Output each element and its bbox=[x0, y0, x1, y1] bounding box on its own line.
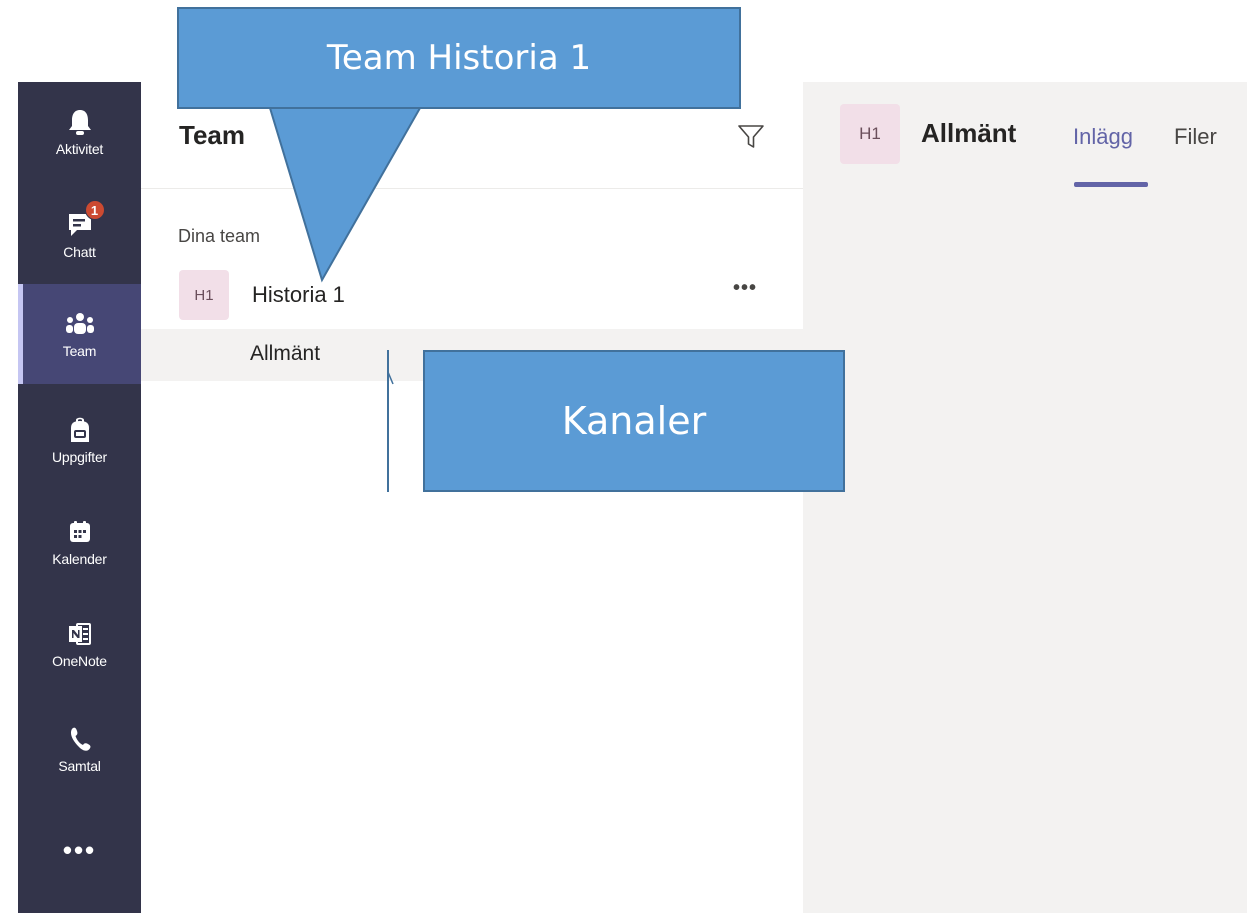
team-name: Historia 1 bbox=[252, 282, 345, 307]
rail-item-calls[interactable]: Samtal bbox=[18, 699, 141, 799]
more-icon: ••• bbox=[62, 834, 97, 865]
rail-item-team[interactable]: Team bbox=[18, 284, 141, 384]
rail-label-activity: Aktivitet bbox=[55, 141, 104, 157]
team-avatar: H1 bbox=[179, 270, 229, 320]
calendar-icon bbox=[65, 517, 95, 547]
rail-item-calendar[interactable]: Kalender bbox=[18, 492, 141, 592]
rail-more-button[interactable]: ••• bbox=[18, 800, 141, 900]
chat-unread-badge: 1 bbox=[84, 200, 105, 220]
channel-name: Allmänt bbox=[250, 342, 321, 365]
channel-header: H1 Allmänt Inlägg Filer bbox=[803, 82, 1247, 188]
rail-label-assignments: Uppgifter bbox=[51, 449, 107, 465]
channel-title: Allmänt bbox=[921, 118, 1017, 148]
team-more-options-button[interactable]: ••• bbox=[733, 277, 757, 300]
list-title: Team bbox=[179, 120, 245, 150]
backpack-icon bbox=[65, 415, 95, 445]
rail-label-calendar: Kalender bbox=[52, 551, 107, 567]
active-tab-indicator bbox=[1074, 182, 1148, 187]
tab-posts[interactable]: Inlägg bbox=[1073, 124, 1133, 150]
onenote-icon bbox=[65, 619, 95, 649]
rail-item-assignments[interactable]: Uppgifter bbox=[18, 390, 141, 490]
app-rail: Aktivitet 1 Chatt Team Uppgifter Kalende… bbox=[18, 82, 141, 913]
chat-icon: 1 bbox=[65, 200, 105, 240]
channel-team-avatar: H1 bbox=[840, 104, 900, 164]
bell-icon bbox=[65, 107, 95, 137]
team-row-historia-1[interactable]: H1 Historia 1 ••• bbox=[141, 267, 803, 323]
rail-item-chat[interactable]: 1 Chatt bbox=[18, 185, 141, 285]
rail-item-activity[interactable]: Aktivitet bbox=[18, 82, 141, 182]
rail-label-chat: Chatt bbox=[63, 244, 96, 260]
callout-team-historia: Team Historia 1 bbox=[177, 7, 741, 109]
rail-label-team: Team bbox=[62, 343, 97, 359]
section-label-your-teams: Dina team bbox=[178, 226, 261, 246]
teams-icon bbox=[65, 309, 95, 339]
tab-files[interactable]: Filer bbox=[1174, 124, 1217, 150]
rail-item-onenote[interactable]: OneNote bbox=[18, 594, 141, 694]
list-divider bbox=[141, 188, 803, 189]
team-list-pane: Team Dina team H1 Historia 1 ••• Allmänt bbox=[141, 82, 803, 913]
rail-label-onenote: OneNote bbox=[52, 653, 107, 669]
phone-icon bbox=[65, 724, 95, 754]
callout-channels: Kanaler bbox=[423, 350, 845, 492]
channel-content-pane: H1 Allmänt Inlägg Filer bbox=[803, 82, 1247, 913]
filter-icon[interactable] bbox=[736, 122, 766, 152]
rail-label-calls: Samtal bbox=[58, 758, 101, 774]
